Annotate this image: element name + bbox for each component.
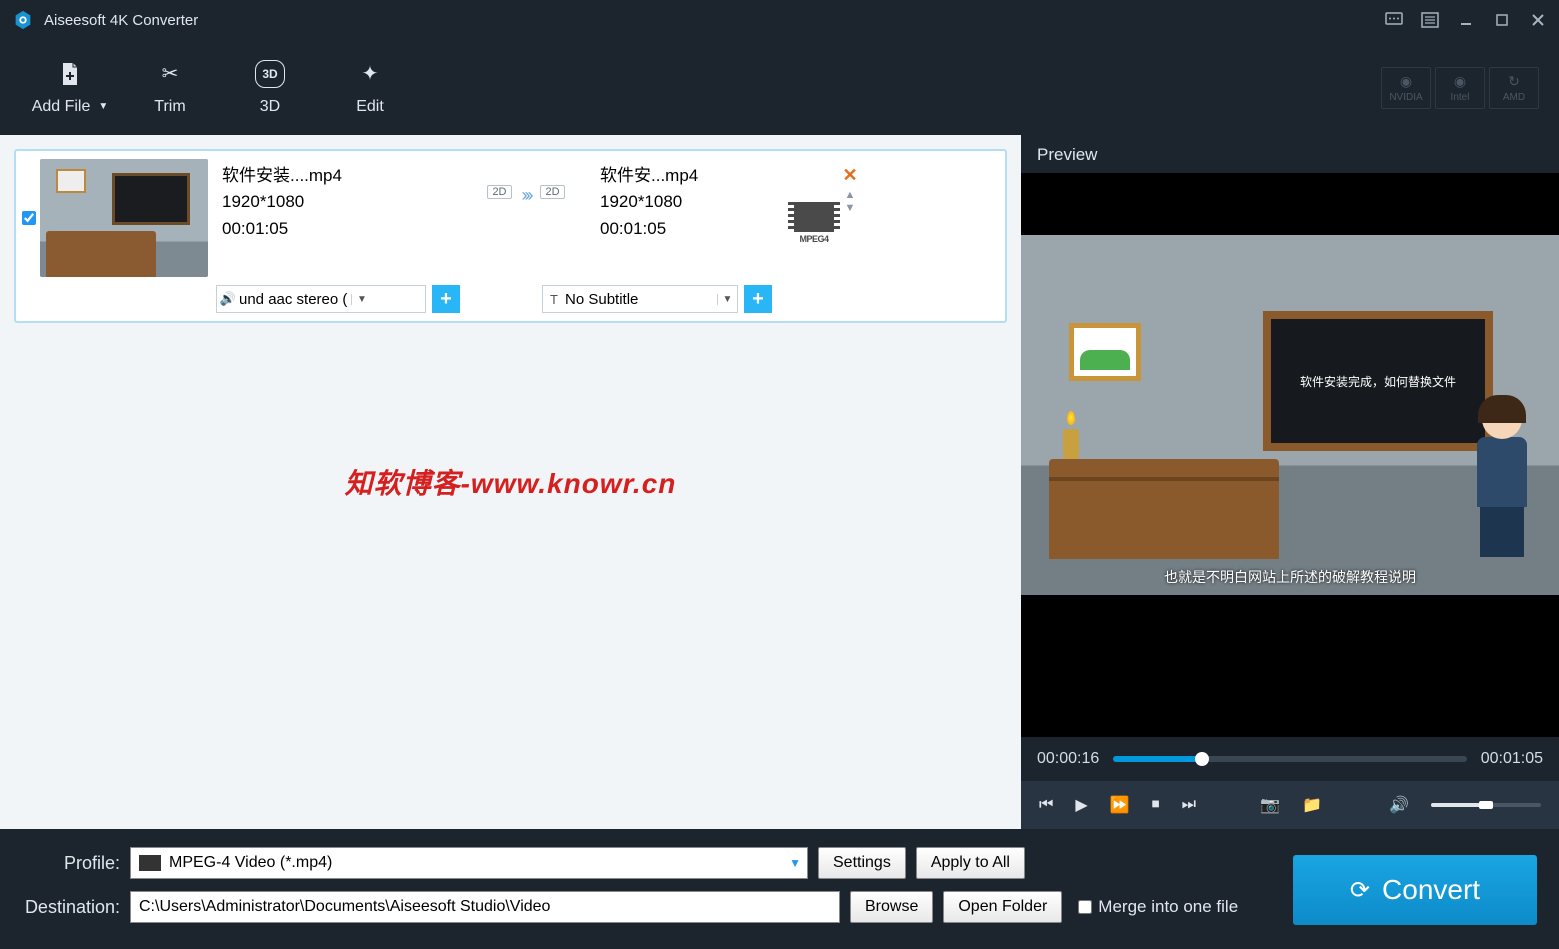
next-button[interactable]: ⏭ <box>1182 796 1196 814</box>
file-list-panel: 软件安装....mp4 1920*1080 00:01:05 2D ››› 2D… <box>0 135 1021 829</box>
amd-icon: ↻ <box>1508 73 1520 90</box>
destination-input[interactable]: C:\Users\Administrator\Documents\Aiseeso… <box>130 891 840 923</box>
gpu-badge-intel: ◉Intel <box>1435 67 1485 109</box>
file-item[interactable]: 软件安装....mp4 1920*1080 00:01:05 2D ››› 2D… <box>14 149 1007 323</box>
time-total: 00:01:05 <box>1481 750 1543 768</box>
file-thumbnail <box>40 159 208 277</box>
subtitle-select[interactable]: T No Subtitle ▼ <box>542 285 738 313</box>
bottom-bar: Profile: MPEG-4 Video (*.mp4) ▼ Settings… <box>0 829 1559 949</box>
badge-2d-target: 2D <box>540 185 564 199</box>
open-folder-button[interactable]: Open Folder <box>943 891 1062 923</box>
settings-button[interactable]: Settings <box>818 847 906 879</box>
merge-checkbox[interactable]: Merge into one file <box>1078 897 1238 917</box>
maximize-button[interactable] <box>1493 11 1511 29</box>
menu-icon[interactable] <box>1421 11 1439 29</box>
add-audio-button[interactable]: + <box>432 285 460 313</box>
profile-format-icon <box>139 855 161 871</box>
edit-label: Edit <box>356 98 384 116</box>
feedback-icon[interactable] <box>1385 11 1403 29</box>
audio-track-select[interactable]: 🔊 und aac stereo ( ▼ <box>216 285 426 313</box>
convert-icon: ⟳ <box>1350 876 1370 905</box>
add-file-button[interactable]: Add File ▼ <box>20 60 120 116</box>
progress-track[interactable] <box>1113 756 1466 762</box>
snapshot-button[interactable]: 📷 <box>1260 795 1280 815</box>
target-filename: 软件安...mp4 <box>600 163 790 189</box>
reorder-down-icon[interactable]: ▼ <box>845 205 856 212</box>
snapshot-folder-button[interactable]: 📁 <box>1302 795 1322 815</box>
3d-icon: 3D <box>255 60 284 88</box>
play-button[interactable]: ▶ <box>1075 795 1087 815</box>
video-progress-bar[interactable]: 00:00:16 00:01:05 <box>1021 737 1559 781</box>
remove-item-button[interactable]: ✕ <box>842 165 857 186</box>
file-checkbox[interactable] <box>22 159 40 277</box>
prev-button[interactable]: ⏮ <box>1039 796 1053 814</box>
convert-button[interactable]: ⟳ Convert <box>1293 855 1537 925</box>
chevron-down-icon: ▼ <box>789 856 801 870</box>
preview-panel: Preview 软件安装完成，如何替换文件 也就是不明白网站上所述的破解教程说明… <box>1021 135 1559 829</box>
audio-icon: 🔊 <box>217 291 239 307</box>
add-file-label: Add File <box>32 98 91 116</box>
preview-title: Preview <box>1021 135 1559 173</box>
fast-forward-button[interactable]: ⏩ <box>1110 795 1130 815</box>
chevron-down-icon: ▼ <box>717 294 737 305</box>
destination-label: Destination: <box>22 897 120 918</box>
titlebar: Aiseesoft 4K Converter <box>0 0 1559 40</box>
edit-button[interactable]: ✦ Edit <box>320 60 420 116</box>
trim-label: Trim <box>154 98 185 116</box>
minimize-button[interactable] <box>1457 11 1475 29</box>
intel-icon: ◉ <box>1454 73 1466 90</box>
preview-board-text: 软件安装完成，如何替换文件 <box>1263 311 1493 451</box>
conversion-arrow: 2D ››› 2D <box>452 159 600 277</box>
target-resolution: 1920*1080 <box>600 189 790 215</box>
profile-select[interactable]: MPEG-4 Video (*.mp4) ▼ <box>130 847 808 879</box>
preview-subtitle: 也就是不明白网站上所述的破解教程说明 <box>1021 567 1559 587</box>
volume-slider[interactable] <box>1431 803 1541 807</box>
badge-2d-source: 2D <box>487 185 511 199</box>
source-duration: 00:01:05 <box>222 216 452 242</box>
scissors-icon: ✂ <box>162 60 179 88</box>
chevron-down-icon: ▼ <box>351 294 371 305</box>
gpu-badge-nvidia: ◉NVIDIA <box>1381 67 1431 109</box>
playback-controls: ⏮ ▶ ⏩ ⏹ ⏭ 📷 📁 🔊 <box>1021 781 1559 829</box>
reorder-up-icon[interactable]: ▲ <box>845 192 856 199</box>
sparkle-icon: ✦ <box>362 60 379 88</box>
time-current: 00:00:16 <box>1037 750 1099 768</box>
add-subtitle-button[interactable]: + <box>744 285 772 313</box>
apply-to-all-button[interactable]: Apply to All <box>916 847 1025 879</box>
browse-button[interactable]: Browse <box>850 891 933 923</box>
source-resolution: 1920*1080 <box>222 189 452 215</box>
close-button[interactable] <box>1529 11 1547 29</box>
app-title: Aiseesoft 4K Converter <box>44 12 1385 29</box>
trim-button[interactable]: ✂ Trim <box>120 60 220 116</box>
main-toolbar: Add File ▼ ✂ Trim 3D 3D ✦ Edit ◉NVIDIA ◉I… <box>0 40 1559 135</box>
app-logo-icon <box>12 9 34 31</box>
preview-video-area[interactable]: 软件安装完成，如何替换文件 也就是不明白网站上所述的破解教程说明 <box>1021 173 1559 737</box>
target-duration: 00:01:05 <box>600 216 790 242</box>
3d-button[interactable]: 3D 3D <box>220 60 320 116</box>
add-file-icon <box>60 60 80 88</box>
source-filename: 软件安装....mp4 <box>222 163 452 189</box>
chevron-down-icon: ▼ <box>98 101 108 112</box>
output-format-icon: MPEG4 <box>790 159 838 277</box>
watermark-text: 知软博客-www.knowr.cn <box>345 462 677 502</box>
profile-label: Profile: <box>22 853 120 874</box>
gpu-badge-amd: ↻AMD <box>1489 67 1539 109</box>
nvidia-icon: ◉ <box>1400 73 1412 90</box>
stop-button[interactable]: ⏹ <box>1152 796 1160 814</box>
3d-label: 3D <box>260 98 280 116</box>
volume-icon[interactable]: 🔊 <box>1389 795 1409 815</box>
subtitle-icon: T <box>543 292 565 307</box>
